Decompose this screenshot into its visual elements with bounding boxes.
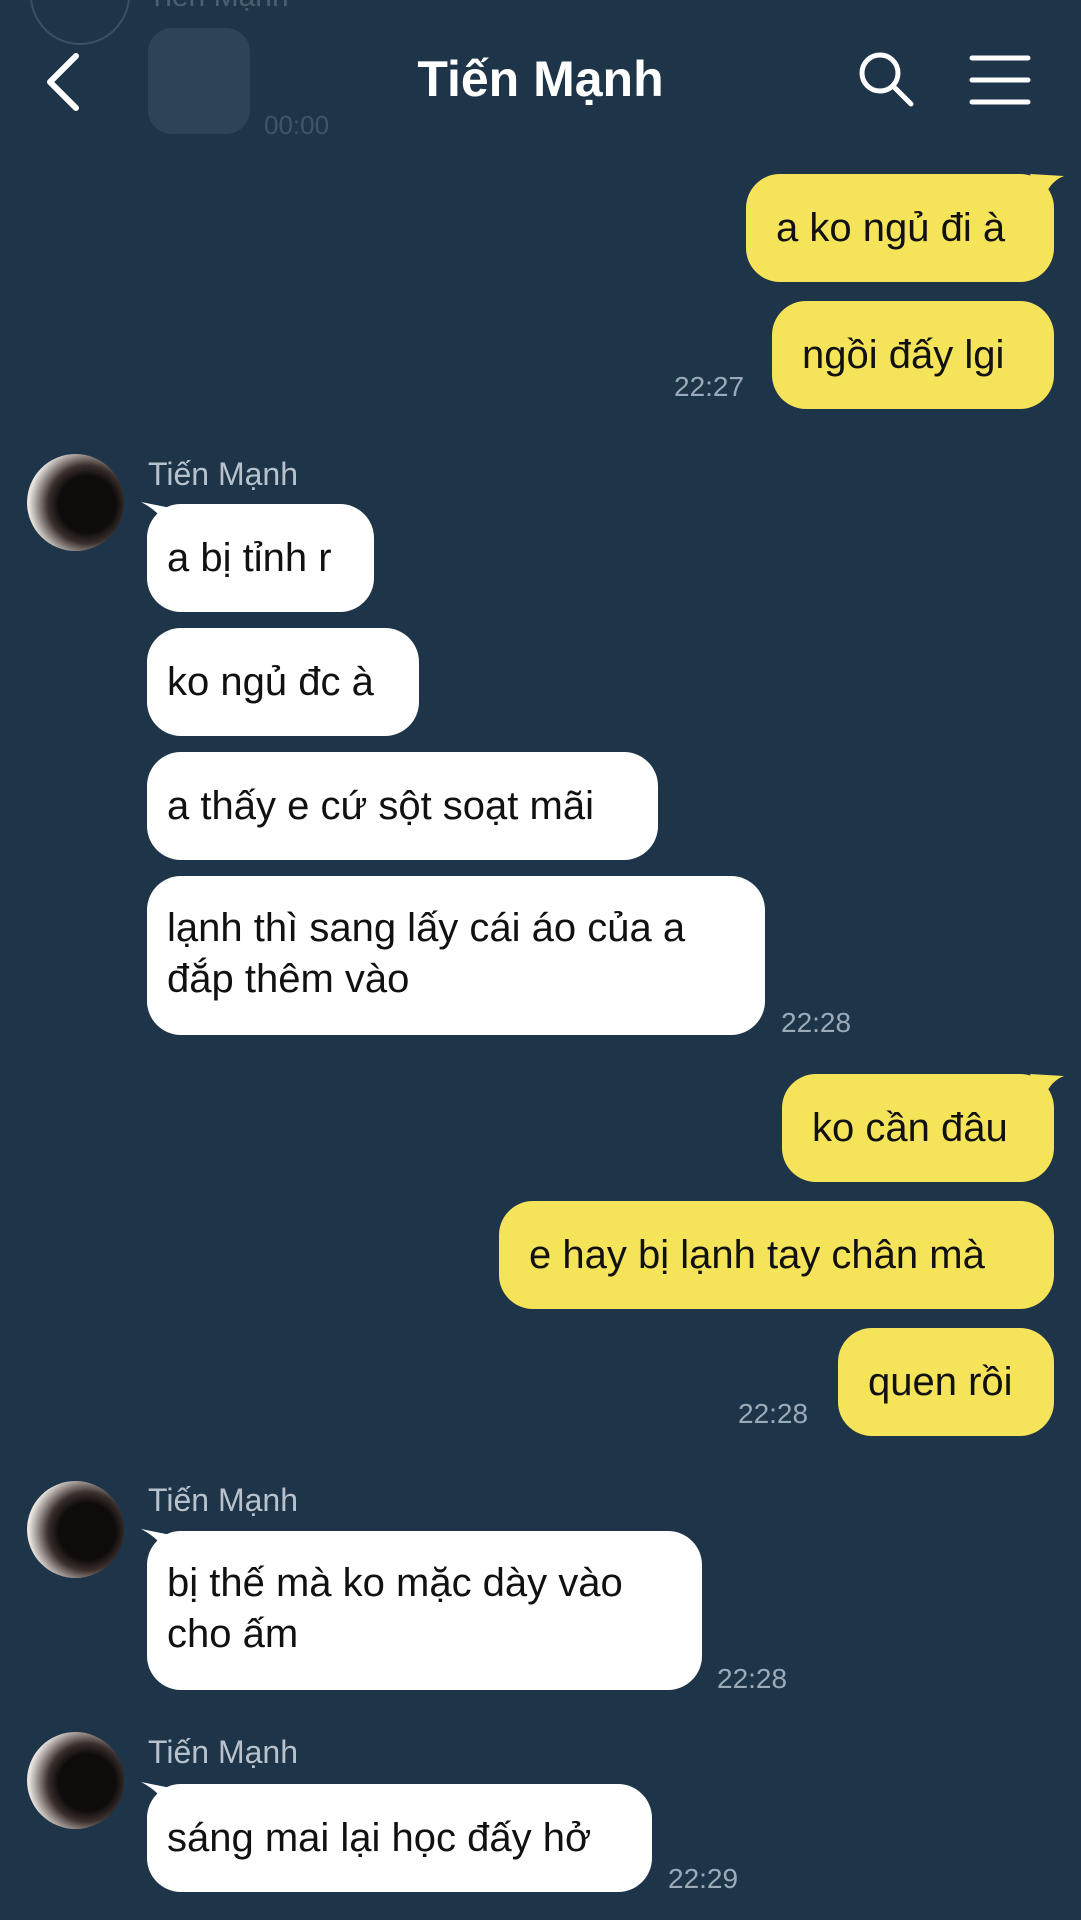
chat-title: Tiến Mạnh xyxy=(417,51,664,107)
sticker-bubble xyxy=(148,28,250,134)
avatar xyxy=(30,0,130,45)
message-time: 00:00 xyxy=(264,110,330,140)
message-line: đắp thêm vào xyxy=(167,957,410,1001)
outgoing-message[interactable]: a ko ngủ đi à xyxy=(746,174,1054,282)
outgoing-message[interactable]: e hay bị lạnh tay chân mà xyxy=(499,1201,1054,1309)
avatar[interactable] xyxy=(27,1481,124,1578)
outgoing-message[interactable]: ngồi đấy lgi xyxy=(772,301,1054,409)
message-time: 22:27 xyxy=(674,371,745,402)
outgoing-message[interactable]: quen rồi xyxy=(838,1328,1054,1436)
sender-name: Tiến Mạnh xyxy=(148,0,289,14)
message-time: 22:28 xyxy=(717,1663,788,1694)
incoming-message[interactable]: sáng mai lại học đấy hở xyxy=(147,1784,652,1892)
message-line: bị thế mà ko mặc dày vào xyxy=(167,1561,623,1605)
incoming-message[interactable]: a thấy e cứ sột soạt mãi xyxy=(147,752,658,860)
message-line: lạnh thì sang lấy cái áo của a xyxy=(167,906,686,950)
incoming-message[interactable]: bị thế mà ko mặc dày vào cho ấm xyxy=(147,1531,702,1690)
message-line: cho ấm xyxy=(167,1612,299,1656)
menu-icon[interactable] xyxy=(968,52,1032,108)
sender-name: Tiến Mạnh xyxy=(148,456,298,492)
message-time: 22:28 xyxy=(781,1007,852,1038)
incoming-message[interactable]: a bị tỉnh r xyxy=(147,504,374,612)
incoming-message[interactable]: ko ngủ đc à xyxy=(147,628,419,736)
message-time: 22:28 xyxy=(738,1398,809,1429)
chat-header: Tiến Mạnh 00:00 Tiến Mạnh xyxy=(0,0,1081,165)
message-time: 22:29 xyxy=(668,1863,739,1894)
avatar[interactable] xyxy=(27,454,124,551)
search-icon[interactable] xyxy=(855,48,917,110)
avatar[interactable] xyxy=(27,1732,124,1829)
sender-name: Tiến Mạnh xyxy=(148,1482,298,1518)
outgoing-message[interactable]: ko cần đâu xyxy=(782,1074,1054,1182)
back-arrow-icon[interactable] xyxy=(42,50,86,114)
incoming-message[interactable]: lạnh thì sang lấy cái áo của a đắp thêm … xyxy=(147,876,765,1035)
sender-name: Tiến Mạnh xyxy=(148,1734,298,1770)
